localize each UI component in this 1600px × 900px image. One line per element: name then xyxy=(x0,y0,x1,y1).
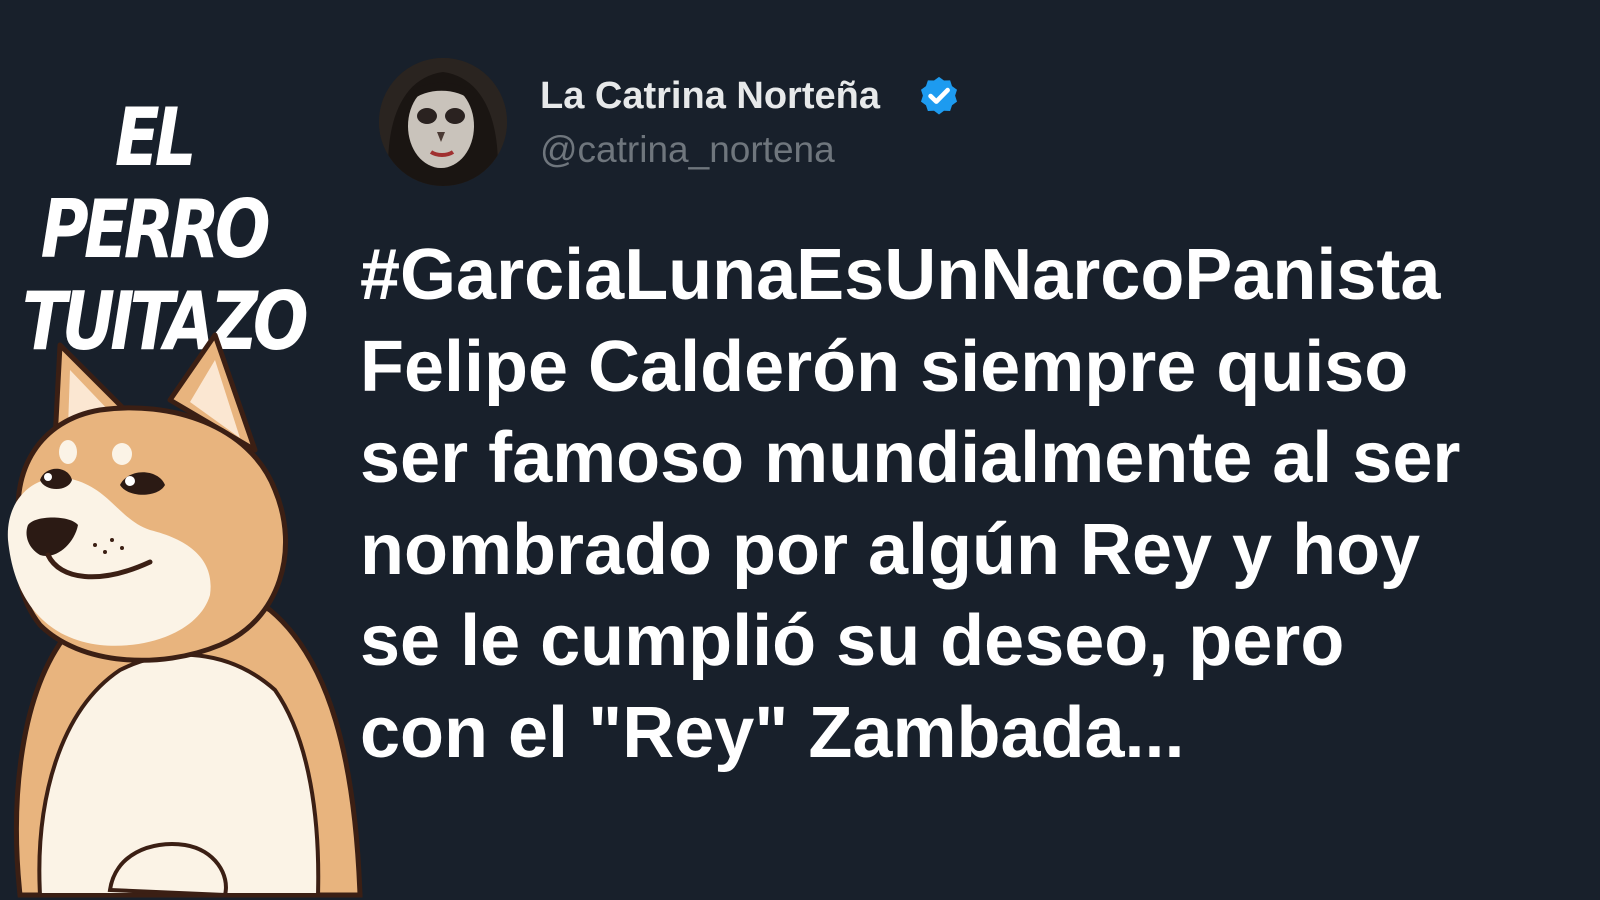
tweet-line: ser famoso mundialmente al ser xyxy=(360,418,1461,498)
tweet-line: se le cumplió su deseo, pero xyxy=(360,601,1345,681)
shiba-dog-mascot xyxy=(7,332,363,898)
tweet-text: #GarciaLunaEsUnNarcoPanista Felipe Calde… xyxy=(360,230,1590,779)
user-handle[interactable]: @catrina_nortena xyxy=(540,126,835,174)
tweet-hashtag[interactable]: #GarciaLunaEsUnNarcoPanista xyxy=(360,230,1590,322)
brand-title: EL PERRO TUITAZO xyxy=(22,91,309,368)
brand-title-line-1: EL PERRO xyxy=(40,91,271,276)
tweet-line: con el "Rey" Zambada... xyxy=(360,692,1185,773)
verified-badge-icon xyxy=(920,76,958,115)
tweet-line: Felipe Calderón siempre quiso xyxy=(360,326,1409,407)
profile-avatar[interactable] xyxy=(379,58,507,186)
catrina-avatar-icon xyxy=(379,58,507,186)
tweet-line: nombrado por algún Rey y hoy xyxy=(360,509,1421,590)
display-name[interactable]: La Catrina Norteña xyxy=(540,72,880,120)
